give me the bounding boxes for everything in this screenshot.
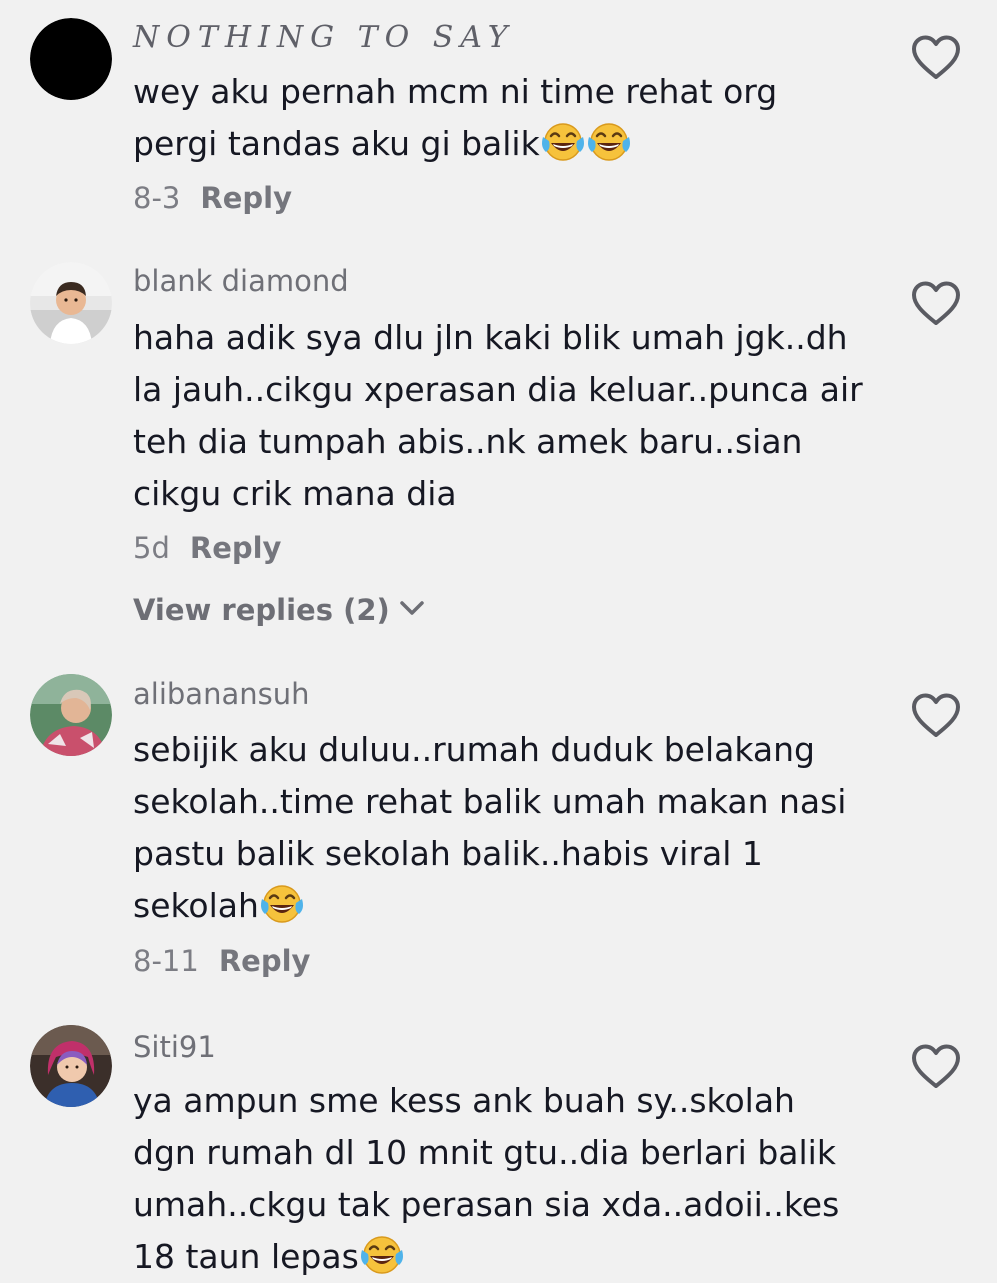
heart-outline-icon[interactable] [910,1043,962,1091]
comment-date: 8-3 [133,181,181,215]
comment-item: blank diamond haha adik sya dlu jln kaki… [0,250,997,660]
heart-outline-icon[interactable] [910,34,962,82]
reply-button[interactable]: Reply [200,181,292,215]
heart-outline-icon[interactable] [910,692,962,740]
comment-date: 5d [133,531,170,565]
comment-text-line: sekolah [133,886,259,925]
comment-item: alibanansuh sebijik aku duluu..rumah dud… [0,660,997,1015]
comment-text-line: umah..ckgu tak perasan sia xda..adoii..k… [133,1185,840,1224]
reply-button[interactable]: Reply [219,944,311,978]
comment-item: Siti91 ya ampun sme kess ank buah sy..sk… [0,1015,997,1280]
avatar[interactable] [30,674,112,756]
comment-text: sebijik aku duluu..rumah duduk belakang … [133,724,893,932]
view-replies-button[interactable]: View replies (2) [133,593,426,627]
comment-date: 8-11 [133,944,199,978]
comment-username[interactable]: alibanansuh [133,677,309,711]
comment-text-line: haha adik sya dlu jln kaki blik umah jgk… [133,318,848,357]
face-with-tears-of-joy-emoji [259,881,305,925]
comment-text-line: sekolah..time rehat balik umah makan nas… [133,782,847,821]
view-replies-label: View replies (2) [133,593,390,627]
chevron-down-icon [398,598,426,618]
comment-text-line: sebijik aku duluu..rumah duduk belakang [133,730,815,769]
comment-text-line: dgn rumah dl 10 mnit gtu..dia berlari ba… [133,1133,836,1172]
comment-text-line: wey aku pernah mcm ni time rehat org [133,72,778,111]
avatar[interactable] [30,1025,112,1107]
comment-meta: 8-11 Reply [133,944,310,978]
comment-item: NOTHING TO SAY wey aku pernah mcm ni tim… [0,0,997,250]
comment-meta: 5d Reply [133,531,281,565]
comment-username[interactable]: blank diamond [133,264,349,298]
avatar[interactable] [30,18,112,100]
heart-outline-icon[interactable] [910,280,962,328]
comment-text: wey aku pernah mcm ni time rehat org per… [133,66,893,170]
comment-text: haha adik sya dlu jln kaki blik umah jgk… [133,312,893,520]
comment-meta: 8-3 Reply [133,181,292,215]
comment-text-line: teh dia tumpah abis..nk amek baru..sian [133,422,803,461]
comment-text-line: ya ampun sme kess ank buah sy..skolah [133,1081,795,1120]
face-with-tears-of-joy-emoji [359,1232,405,1276]
comment-text-line: pastu balik sekolah balik..habis viral 1 [133,834,763,873]
comment-text-line: pergi tandas aku gi balik [133,124,540,163]
comment-text-line: cikgu crik mana dia [133,474,457,513]
face-with-tears-of-joy-emoji [540,119,586,163]
comment-username[interactable]: NOTHING TO SAY [133,20,515,55]
comment-text-line: la jauh..cikgu xperasan dia keluar..punc… [133,370,863,409]
comment-username[interactable]: Siti91 [133,1030,216,1064]
comment-text: ya ampun sme kess ank buah sy..skolah dg… [133,1075,893,1283]
avatar[interactable] [30,262,112,344]
reply-button[interactable]: Reply [190,531,282,565]
comment-text-line: 18 taun lepas [133,1237,359,1276]
face-with-tears-of-joy-emoji [586,119,632,163]
